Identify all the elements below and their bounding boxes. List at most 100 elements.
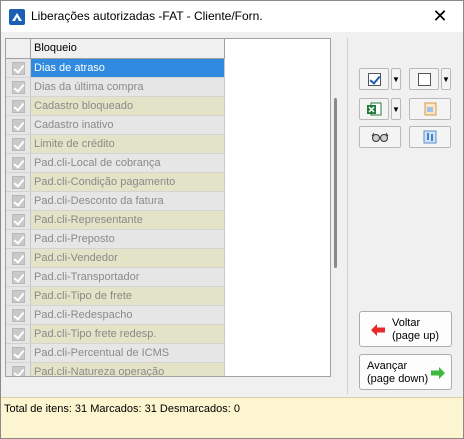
row-label: Pad.cli-Vendedor [31, 249, 225, 267]
row-checkbox[interactable] [11, 365, 25, 376]
table-row[interactable]: Limite de crédito [6, 135, 225, 154]
table-row[interactable]: Dias de atraso [6, 59, 225, 78]
table-row[interactable]: Pad.cli-Natureza operação [6, 363, 225, 376]
arrow-right-icon [431, 367, 445, 379]
excel-export-icon [367, 102, 382, 116]
row-checkbox[interactable] [11, 213, 25, 227]
blocks-grid[interactable]: Bloqueio Dias de atraso Dias da última co… [5, 38, 331, 377]
vertical-scrollbar[interactable] [331, 38, 339, 377]
row-label: Pad.cli-Percentual de ICMS [31, 344, 225, 362]
row-label: Dias da última compra [31, 78, 225, 96]
row-checkbox-cell[interactable] [6, 192, 31, 210]
row-label: Pad.cli-Local de cobrança [31, 154, 225, 172]
row-label: Pad.cli-Representante [31, 211, 225, 229]
row-checkbox[interactable] [11, 308, 25, 322]
row-checkbox[interactable] [11, 118, 25, 132]
window-title: Liberações autorizadas -FAT - Cliente/Fo… [31, 9, 263, 23]
column-header-bloqueio[interactable]: Bloqueio [31, 39, 225, 59]
row-checkbox[interactable] [11, 137, 25, 151]
row-checkbox[interactable] [11, 289, 25, 303]
filter-button[interactable] [409, 126, 451, 148]
next-button[interactable]: Avançar (page down) [359, 354, 452, 390]
table-row[interactable]: Dias da última compra [6, 78, 225, 97]
uncheck-all-icon [417, 72, 431, 86]
table-row[interactable]: Pad.cli-Redespacho [6, 306, 225, 325]
app-icon [9, 9, 25, 25]
row-checkbox-cell[interactable] [6, 97, 31, 115]
grid-rows: Dias de atraso Dias da última compra Cadas… [6, 59, 225, 376]
row-label: Pad.cli-Tipo frete redesp. [31, 325, 225, 343]
row-checkbox[interactable] [11, 232, 25, 246]
row-label: Cadastro bloqueado [31, 97, 225, 115]
row-checkbox[interactable] [11, 194, 25, 208]
report-button[interactable] [409, 98, 451, 120]
row-checkbox[interactable] [11, 270, 25, 284]
panel-divider [347, 38, 348, 394]
back-button[interactable]: Voltar (page up) [359, 311, 452, 347]
row-checkbox-cell[interactable] [6, 116, 31, 134]
row-checkbox-cell[interactable] [6, 135, 31, 153]
table-row[interactable]: Pad.cli-Transportador [6, 268, 225, 287]
row-label: Pad.cli-Transportador [31, 268, 225, 286]
table-row[interactable]: Pad.cli-Vendedor [6, 249, 225, 268]
table-row[interactable]: Cadastro inativo [6, 116, 225, 135]
row-checkbox-cell[interactable] [6, 325, 31, 343]
check-all-dropdown[interactable]: ▼ [391, 68, 401, 90]
grid-header: Bloqueio [6, 39, 225, 59]
header-check-column[interactable] [6, 39, 31, 59]
excel-export-button[interactable] [359, 98, 389, 120]
back-sublabel: (page up) [392, 330, 440, 342]
row-checkbox[interactable] [11, 61, 25, 75]
row-checkbox[interactable] [11, 346, 25, 360]
row-checkbox-cell[interactable] [6, 344, 31, 362]
table-row[interactable]: Pad.cli-Tipo frete redesp. [6, 325, 225, 344]
row-checkbox[interactable] [11, 156, 25, 170]
row-checkbox-cell[interactable] [6, 154, 31, 172]
row-checkbox-cell[interactable] [6, 363, 31, 376]
table-row[interactable]: Pad.cli-Preposto [6, 230, 225, 249]
status-text: Total de itens: 31 Marcados: 31 Desmarca… [4, 403, 241, 415]
table-row[interactable]: Pad.cli-Desconto da fatura [6, 192, 225, 211]
row-label: Pad.cli-Preposto [31, 230, 225, 248]
filter-icon [423, 130, 437, 144]
row-checkbox-cell[interactable] [6, 78, 31, 96]
row-label: Cadastro inativo [31, 116, 225, 134]
table-row[interactable]: Pad.cli-Representante [6, 211, 225, 230]
row-label: Pad.cli-Tipo de frete [31, 287, 225, 305]
view-button[interactable] [359, 126, 401, 148]
scrollbar-thumb[interactable] [334, 98, 337, 268]
arrow-left-icon [371, 324, 385, 336]
row-checkbox[interactable] [11, 80, 25, 94]
table-row[interactable]: Pad.cli-Percentual de ICMS [6, 344, 225, 363]
table-row[interactable]: Pad.cli-Local de cobrança [6, 154, 225, 173]
row-label: Dias de atraso [31, 59, 225, 77]
check-all-button[interactable] [359, 68, 389, 90]
glasses-icon [371, 132, 389, 142]
close-button[interactable]: ✕ [417, 1, 463, 32]
row-checkbox-cell[interactable] [6, 249, 31, 267]
row-checkbox[interactable] [11, 251, 25, 265]
uncheck-all-dropdown[interactable]: ▼ [441, 68, 451, 90]
table-row[interactable]: Pad.cli-Condição pagamento [6, 173, 225, 192]
row-label: Pad.cli-Desconto da fatura [31, 192, 225, 210]
row-checkbox-cell[interactable] [6, 287, 31, 305]
row-checkbox-cell[interactable] [6, 173, 31, 191]
next-sublabel: (page down) [367, 373, 429, 385]
row-checkbox-cell[interactable] [6, 306, 31, 324]
row-label: Pad.cli-Redespacho [31, 306, 225, 324]
row-checkbox[interactable] [11, 175, 25, 189]
row-label: Pad.cli-Natureza operação [31, 363, 225, 376]
table-row[interactable]: Cadastro bloqueado [6, 97, 225, 116]
row-checkbox-cell[interactable] [6, 230, 31, 248]
row-checkbox-cell[interactable] [6, 268, 31, 286]
next-label: Avançar [367, 360, 408, 372]
status-bar: Total de itens: 31 Marcados: 31 Desmarca… [1, 397, 463, 438]
table-row[interactable]: Pad.cli-Tipo de frete [6, 287, 225, 306]
check-all-icon [367, 72, 381, 86]
row-checkbox-cell[interactable] [6, 211, 31, 229]
excel-export-dropdown[interactable]: ▼ [391, 98, 401, 120]
row-checkbox-cell[interactable] [6, 59, 31, 77]
row-checkbox[interactable] [11, 99, 25, 113]
row-checkbox[interactable] [11, 327, 25, 341]
uncheck-all-button[interactable] [409, 68, 439, 90]
